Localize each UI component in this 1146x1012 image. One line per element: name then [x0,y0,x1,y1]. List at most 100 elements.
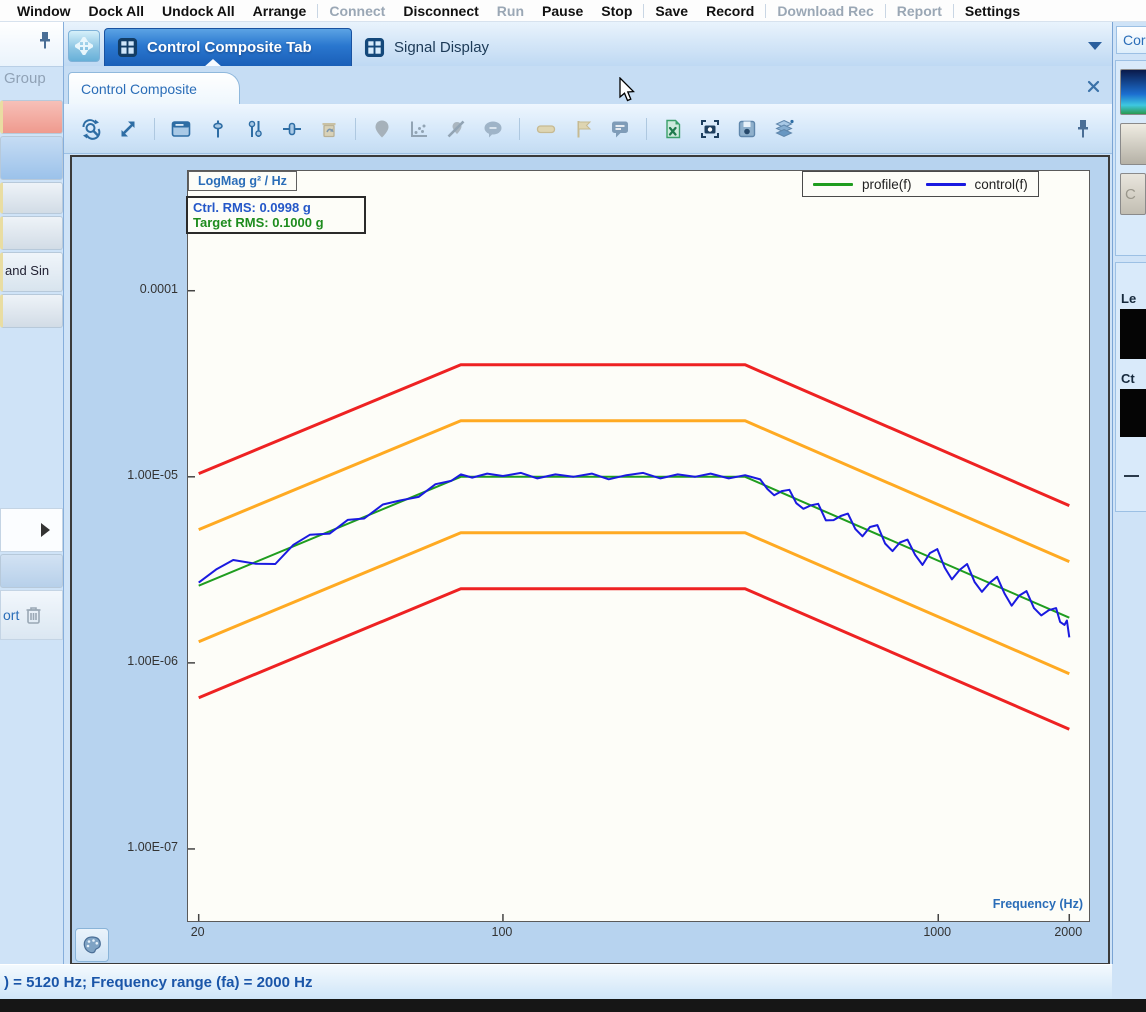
legend-swatch [926,183,966,186]
x-tick-label: 20 [191,925,205,939]
menu-item-settings[interactable]: Settings [956,3,1029,19]
y-axis-title: LogMag g² / Hz [188,171,297,191]
tab-list-chevron-down-icon[interactable] [1088,42,1102,50]
thumbnail-button[interactable]: C [1120,173,1146,215]
remove-cursor-icon [318,118,340,140]
divider [1124,475,1139,477]
sidebar-item-1[interactable] [0,182,63,214]
sidebar-item-4[interactable] [0,554,63,588]
status-bar: ) = 5120 Hz; Frequency range (fa) = 2000… [0,964,1112,999]
tab-control-composite[interactable]: Control Composite Tab [104,28,352,66]
sidebar-report-row[interactable]: ort [0,590,63,640]
series-abort_high [199,365,1070,506]
tab-signal-display[interactable]: Signal Display [360,28,520,66]
sidebar-expand-row[interactable] [0,508,63,552]
sidebar-item-2[interactable] [0,216,63,250]
pin-toolbar-icon[interactable] [1072,118,1094,140]
toolbar-separator [154,118,155,140]
menu-item-disconnect[interactable]: Disconnect [394,3,487,19]
x-axis-labels: 20 100 1000 2000 [187,925,1088,945]
grid-icon [364,37,385,58]
pin-icon[interactable] [35,30,55,52]
close-icon [1087,80,1100,93]
x-tick-label: 1000 [923,925,951,939]
trash-icon[interactable] [24,604,43,626]
menu-separator [885,4,886,18]
sidebar-item-3[interactable] [0,294,63,328]
autoscale-icon[interactable] [80,118,102,140]
menu-item-stop[interactable]: Stop [592,3,641,19]
spectrum-chart[interactable] [188,171,1089,921]
chart-legend: profile(f) control(f) [802,171,1039,197]
chart-toolbar [64,104,1112,154]
annotation-icon[interactable] [609,118,631,140]
sidebar-item-pink[interactable] [0,100,63,134]
toolbar-separator [519,118,520,140]
layers-icon[interactable] [773,118,795,140]
menu-separator [643,4,644,18]
dual-cursor-icon[interactable] [244,118,266,140]
color-swatch[interactable] [1120,389,1146,437]
thumbnail-button[interactable] [1120,123,1146,165]
menu-item-dock-all[interactable]: Dock All [80,3,154,19]
save-image-icon[interactable] [736,118,758,140]
marker-chart-icon [408,118,430,140]
control-section-label: Ct [1121,371,1135,386]
menu-bar: WindowDock AllUndock AllArrangeConnectDi… [0,0,1146,22]
legend-label: profile(f) [862,177,912,192]
series-abort_low [199,589,1070,729]
y-tick-label: 1.00E-06 [127,654,178,668]
flag-icon [572,118,594,140]
menu-item-report: Report [888,3,951,19]
series-profile(f) [199,477,1070,618]
doc-tab-control-composite[interactable]: Control Composite [68,72,240,104]
menu-item-download-rec: Download Rec [768,3,882,19]
excel-export-icon[interactable] [662,118,684,140]
right-panel-header[interactable]: Cor [1116,26,1146,54]
legend-item-controlf: control(f) [926,177,1028,192]
x-tick-label: 100 [492,925,513,939]
menu-item-record[interactable]: Record [697,3,763,19]
close-doc-button[interactable] [1083,76,1103,96]
menu-item-pause[interactable]: Pause [533,3,592,19]
menu-item-connect: Connect [320,3,394,19]
y-tick-label: 1.00E-07 [127,840,178,854]
legend-label: control(f) [975,177,1028,192]
menu-item-arrange[interactable]: Arrange [244,3,316,19]
single-cursor-icon[interactable] [207,118,229,140]
zoom-extents-icon[interactable] [117,118,139,140]
menu-item-undock-all[interactable]: Undock All [153,3,244,19]
menu-separator [765,4,766,18]
menu-item-run: Run [488,3,533,19]
hide-markers-icon [445,118,467,140]
mouse-cursor [617,77,637,105]
y-tick-label: 0.0001 [140,282,178,296]
x-axis-title: Frequency (Hz) [930,897,1083,911]
thumbnail-button[interactable] [1120,69,1146,115]
snapshot-icon[interactable] [699,118,721,140]
sidebar-pin-row [0,22,63,67]
x-tick-label: 2000 [1054,925,1082,939]
plot-area[interactable] [187,170,1090,922]
right-panel-thumbnails: C [1115,60,1146,256]
status-text: ) = 5120 Hz; Frequency range (fa) = 2000… [4,974,312,991]
menu-item-save[interactable]: Save [646,3,697,19]
menu-item-window[interactable]: Window [8,3,80,19]
label-icon [535,118,557,140]
series-control(f) [199,473,1070,638]
color-swatch[interactable] [1120,309,1146,359]
sidebar-item-random-sine[interactable]: and Sin [0,252,63,292]
palette-icon [81,935,103,955]
doc-tab-label: Control Composite [81,81,197,97]
palette-button[interactable] [75,928,109,962]
window-layout-icon[interactable] [170,118,192,140]
float-window-button[interactable] [68,30,100,62]
right-panel: Cor C Le Ct [1112,22,1146,964]
sidebar-item-blue[interactable] [0,136,63,180]
harmonic-cursor-icon[interactable] [281,118,303,140]
toolbar-separator [646,118,647,140]
legend-section-label: Le [1121,291,1136,306]
series-alarm_high [199,421,1070,562]
sidebar-group-label: Group [0,70,67,98]
tooltip-icon [482,118,504,140]
